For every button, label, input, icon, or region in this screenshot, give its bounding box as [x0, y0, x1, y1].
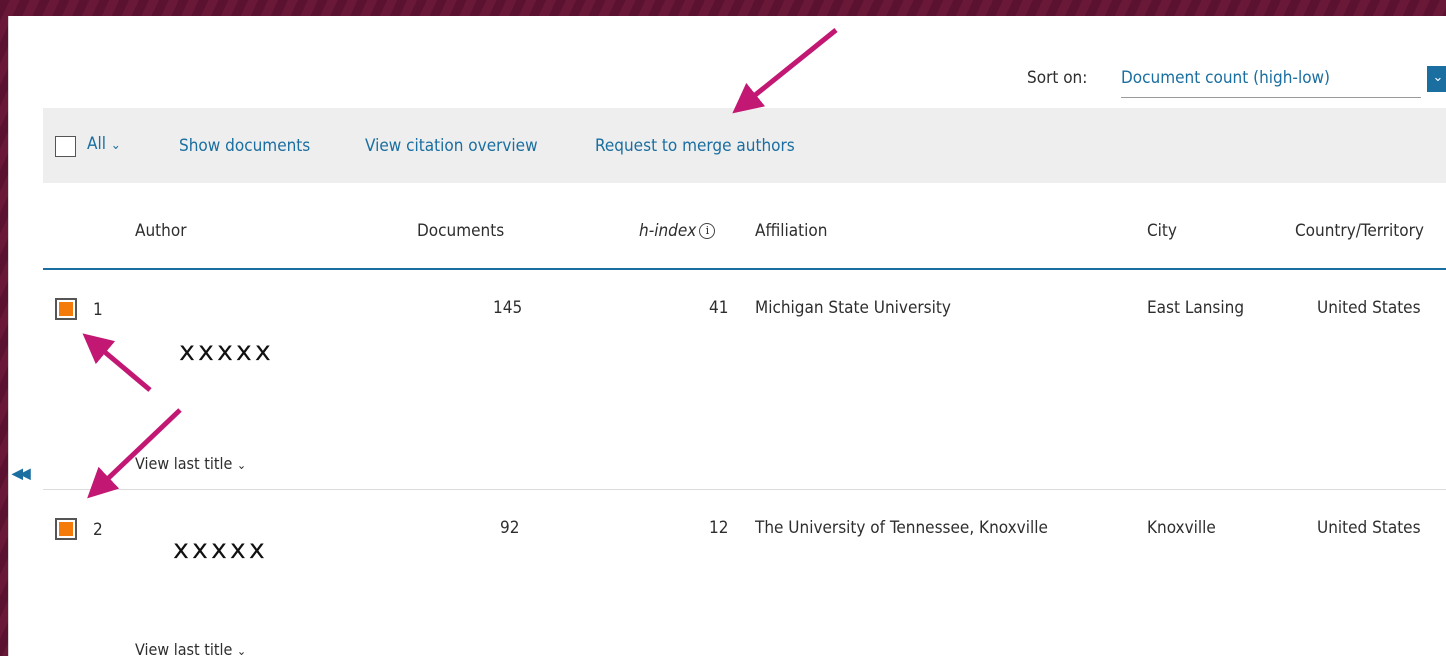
row-2-h-index: 12: [709, 518, 729, 538]
request-merge-authors-link[interactable]: Request to merge authors: [595, 136, 795, 156]
header-divider: [43, 268, 1446, 270]
show-documents-link[interactable]: Show documents: [179, 136, 310, 156]
row-2-affiliation[interactable]: The University of Tennessee, Knoxville: [755, 518, 1048, 538]
row-1-affiliation[interactable]: Michigan State University: [755, 298, 951, 318]
row-1-h-index: 41: [709, 298, 729, 318]
column-header-affiliation[interactable]: Affiliation: [755, 221, 827, 241]
column-header-h-index[interactable]: h-index i: [639, 221, 716, 241]
column-header-city[interactable]: City: [1147, 221, 1177, 241]
row-divider: [43, 489, 1446, 490]
select-all-checkbox[interactable]: [55, 136, 76, 157]
column-header-country[interactable]: Country/Territory: [1295, 221, 1424, 241]
results-panel: ◀◀ Sort on: Document count (high-low) ⌄ …: [8, 16, 1446, 656]
row-2-view-last-title[interactable]: View last title ⌄: [135, 640, 246, 656]
row-2-country: United States: [1317, 518, 1421, 538]
collapse-sidebar-icon[interactable]: ◀◀: [9, 456, 39, 490]
row-2-documents[interactable]: 92: [500, 518, 519, 538]
row-1-city: East Lansing: [1147, 298, 1245, 318]
view-citation-overview-link[interactable]: View citation overview: [365, 136, 538, 156]
row-2-author-name[interactable]: xxxxx: [173, 534, 268, 565]
row-1-checkbox[interactable]: [55, 298, 77, 320]
column-header-author[interactable]: Author: [135, 221, 186, 241]
row-2-city: Knoxville: [1147, 518, 1216, 538]
row-1-index: 1: [93, 300, 103, 320]
chevron-down-icon: ⌄: [236, 644, 246, 656]
row-2-checkbox[interactable]: [55, 518, 77, 540]
row-1-country: United States: [1317, 298, 1421, 318]
row-1-author-name[interactable]: xxxxx: [179, 336, 274, 367]
row-2-index: 2: [93, 520, 103, 540]
row-1-documents[interactable]: 145: [493, 298, 522, 318]
action-toolbar: All ⌄ Show documents View citation overv…: [43, 108, 1446, 183]
chevron-down-icon: ⌄: [110, 138, 121, 153]
select-all-dropdown[interactable]: All ⌄: [87, 134, 121, 154]
column-header-documents[interactable]: Documents: [417, 221, 504, 241]
row-1-view-last-title[interactable]: View last title ⌄: [135, 454, 246, 473]
info-icon[interactable]: i: [699, 223, 716, 239]
chevron-down-icon[interactable]: ⌄: [1427, 66, 1446, 92]
sort-select[interactable]: Document count (high-low): [1121, 68, 1421, 98]
chevron-down-icon: ⌄: [236, 458, 246, 472]
h-index-label: h-index: [639, 221, 697, 241]
sort-label: Sort on:: [1027, 68, 1088, 88]
